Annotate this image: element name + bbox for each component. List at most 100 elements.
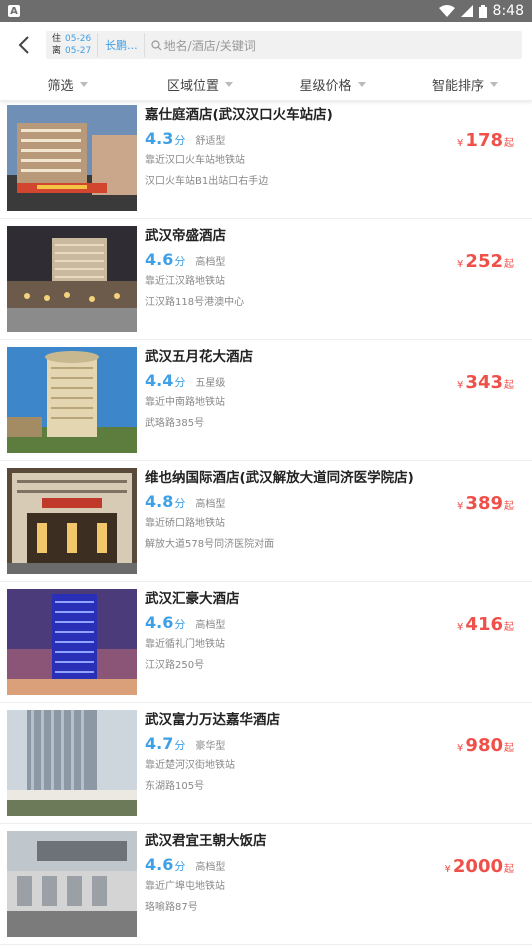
- price-suffix: 起: [504, 380, 514, 391]
- hotel-level: 豪华型: [195, 741, 226, 752]
- caret-down-icon: [490, 81, 498, 87]
- hotel-address: 汉口火车站B1出站口右手边: [145, 176, 269, 187]
- filter-sort[interactable]: 智能排序: [400, 75, 530, 94]
- hotel-near: 靠近广埠屯地铁站: [145, 881, 225, 892]
- checkout-date: 05-27: [65, 46, 92, 56]
- checkin-label: 住: [52, 34, 62, 44]
- search-input[interactable]: 地名/酒店/关键词: [164, 37, 256, 54]
- hotel-address: 江汉路250号: [145, 660, 205, 671]
- hotel-price: ¥252 起: [457, 251, 514, 272]
- hotel-name: 嘉仕庭酒店(武汉汉口火车站店): [145, 107, 333, 123]
- chevron-left-icon: [18, 36, 29, 54]
- currency-symbol: ¥: [457, 743, 464, 754]
- price-amount: 389: [465, 493, 503, 514]
- hotel-name: 武汉帝盛酒店: [145, 228, 226, 244]
- hotel-level: 高档型: [195, 257, 226, 268]
- hotel-photo: [7, 105, 137, 211]
- price-suffix: 起: [504, 743, 514, 754]
- hotel-name: 武汉富力万达嘉华酒店: [145, 712, 280, 728]
- currency-symbol: ¥: [457, 259, 464, 270]
- hotel-level: 高档型: [195, 620, 226, 631]
- hotel-name: 武汉汇豪大酒店: [145, 591, 240, 607]
- city-selector[interactable]: 长鹏...: [98, 33, 145, 57]
- search-icon: [151, 39, 162, 51]
- hotel-price: ¥389 起: [457, 493, 514, 514]
- hotel-price: ¥343 起: [457, 372, 514, 393]
- currency-symbol: ¥: [444, 864, 451, 875]
- filter-star-price[interactable]: 星级价格: [265, 75, 400, 94]
- hotel-item[interactable]: 武汉富力万达嘉华酒店 4.7 分豪华型 靠近楚河汉街地铁站 东湖路105号 ¥98…: [0, 703, 532, 824]
- price-suffix: 起: [504, 138, 514, 149]
- date-picker[interactable]: 住 05-26 离 05-27: [46, 33, 99, 57]
- price-amount: 980: [465, 735, 503, 756]
- hotel-photo: [7, 710, 137, 816]
- hotel-price: ¥980 起: [457, 735, 514, 756]
- hotel-photo: [7, 831, 137, 937]
- score-unit: 分: [174, 134, 186, 147]
- currency-symbol: ¥: [457, 380, 464, 391]
- price-suffix: 起: [504, 501, 514, 512]
- score-unit: 分: [174, 376, 186, 389]
- filter-bar: 筛选 区域位置 星级价格 智能排序: [0, 68, 532, 101]
- caret-down-icon: [225, 81, 233, 87]
- hotel-near: 靠近楚河汉街地铁站: [145, 760, 235, 771]
- search-box[interactable]: 住 05-26 离 05-27 长鹏... 地名/酒店/关键词: [46, 31, 522, 59]
- hotel-price: ¥416 起: [457, 614, 514, 635]
- hotel-near: 靠近硚口路地铁站: [145, 518, 225, 529]
- hotel-photo: [7, 347, 137, 453]
- score-unit: 分: [174, 618, 186, 631]
- score-unit: 分: [174, 255, 186, 268]
- price-suffix: 起: [504, 622, 514, 633]
- hotel-name: 武汉五月花大酒店: [145, 349, 253, 365]
- checkin-date: 05-26: [65, 34, 92, 44]
- hotel-score: 4.3: [145, 129, 174, 148]
- wifi-icon: [438, 5, 455, 17]
- hotel-near: 靠近循礼门地铁站: [145, 639, 225, 650]
- hotel-name: 武汉君宜王朝大饭店: [145, 833, 267, 849]
- hotel-score: 4.8: [145, 492, 174, 511]
- filter-label: 星级价格: [299, 78, 352, 94]
- status-bar: A 8:48: [0, 0, 532, 22]
- hotel-photo: [7, 468, 137, 574]
- filter-screen[interactable]: 筛选: [0, 75, 135, 94]
- hotel-item[interactable]: 武汉帝盛酒店 4.6 分高档型 靠近江汉路地铁站 江汉路118号港澳中心 ¥252…: [0, 219, 532, 340]
- price-amount: 2000: [452, 856, 503, 877]
- hotel-price: ¥178 起: [457, 130, 514, 151]
- hotel-level: 五星级: [195, 378, 226, 389]
- hotel-item[interactable]: 武汉五月花大酒店 4.4 分五星级 靠近中南路地铁站 武珞路385号 ¥343 起: [0, 340, 532, 461]
- hotel-price: ¥2000 起: [445, 856, 514, 877]
- caret-down-icon: [357, 81, 366, 87]
- hotel-photo: [7, 589, 137, 695]
- price-amount: 178: [465, 130, 503, 151]
- hotel-score: 4.6: [145, 855, 174, 874]
- hotel-list: 嘉仕庭酒店(武汉汉口火车站店) 4.3 分舒适型 靠近汉口火车站地铁站 汉口火车站…: [0, 98, 532, 945]
- hotel-address: 武珞路385号: [145, 418, 205, 429]
- hotel-name: 维也纳国际酒店(武汉解放大道同济医学院店): [145, 470, 414, 486]
- hotel-score: 4.4: [145, 371, 174, 390]
- score-unit: 分: [174, 860, 186, 873]
- hotel-score: 4.6: [145, 613, 174, 632]
- hotel-photo: [7, 226, 137, 332]
- back-button[interactable]: [10, 29, 38, 61]
- price-amount: 343: [465, 372, 503, 393]
- hotel-near: 靠近江汉路地铁站: [145, 276, 225, 287]
- hotel-address: 江汉路118号港澳中心: [145, 297, 245, 308]
- app-notification-icon: A: [8, 5, 20, 17]
- search-bar: 住 05-26 离 05-27 长鹏... 地名/酒店/关键词: [0, 26, 532, 64]
- hotel-item[interactable]: 武汉汇豪大酒店 4.6 分高档型 靠近循礼门地铁站 江汉路250号 ¥416 起: [0, 582, 532, 703]
- caret-down-icon: [79, 81, 88, 87]
- hotel-item[interactable]: 嘉仕庭酒店(武汉汉口火车站店) 4.3 分舒适型 靠近汉口火车站地铁站 汉口火车站…: [0, 98, 532, 219]
- price-amount: 252: [465, 251, 503, 272]
- currency-symbol: ¥: [457, 501, 464, 512]
- filter-area[interactable]: 区域位置: [135, 75, 265, 94]
- hotel-item[interactable]: 武汉君宜王朝大饭店 4.6 分高档型 靠近广埠屯地铁站 珞喻路87号 ¥2000 起: [0, 824, 532, 945]
- price-amount: 416: [465, 614, 503, 635]
- clock: 8:48: [492, 3, 524, 19]
- filter-label: 智能排序: [431, 78, 484, 94]
- hotel-item[interactable]: 维也纳国际酒店(武汉解放大道同济医学院店) 4.8 分高档型 靠近硚口路地铁站 解…: [0, 461, 532, 582]
- hotel-address: 解放大道578号同济医院对面: [145, 539, 275, 550]
- currency-symbol: ¥: [457, 138, 464, 149]
- hotel-level: 高档型: [195, 862, 226, 873]
- score-unit: 分: [174, 739, 186, 752]
- currency-symbol: ¥: [457, 622, 464, 633]
